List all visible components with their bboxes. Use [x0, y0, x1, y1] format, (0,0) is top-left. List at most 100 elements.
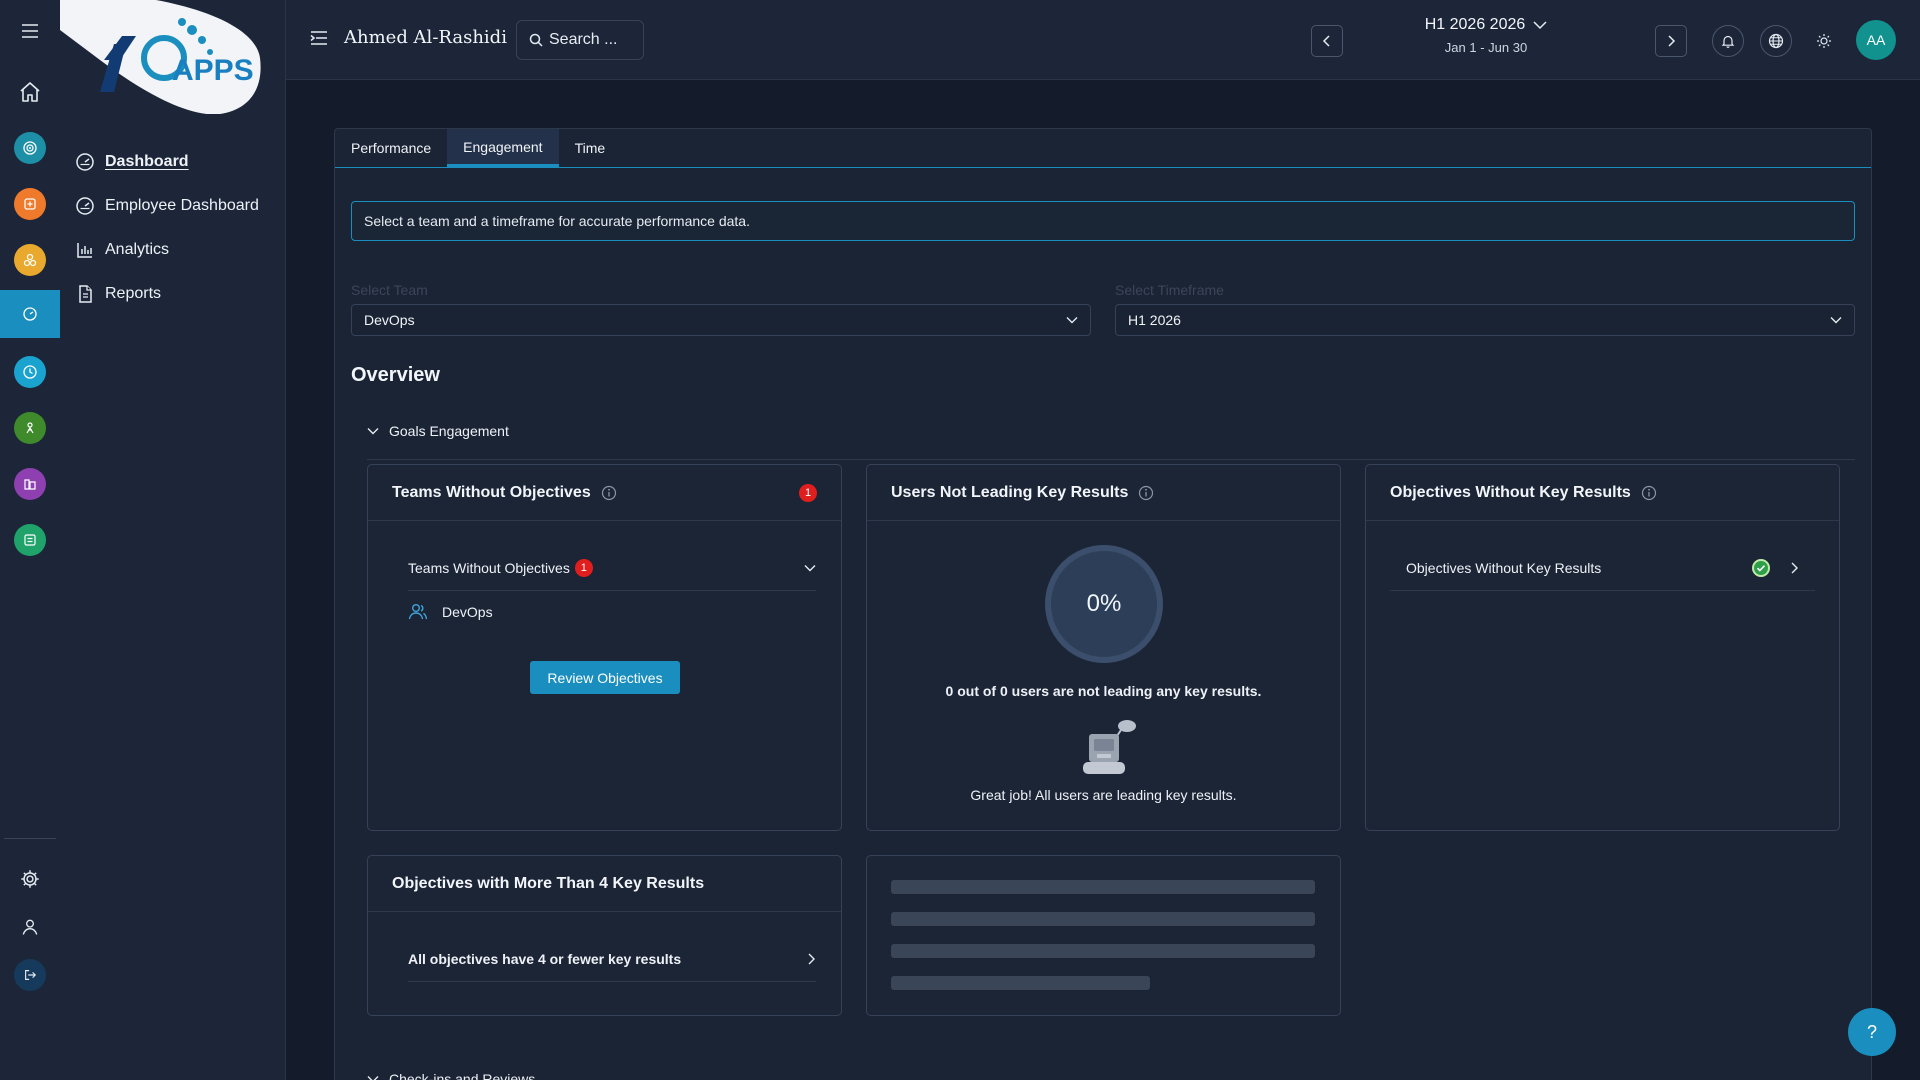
help-button[interactable]: ?	[1848, 1008, 1896, 1056]
section-title: Check-ins and Reviews	[389, 1071, 536, 1080]
team-select-value: DevOps	[364, 312, 415, 328]
tab-time[interactable]: Time	[559, 129, 622, 167]
team-list-item: DevOps	[408, 603, 493, 621]
home-icon[interactable]	[0, 69, 60, 115]
objectives-more-than-4-kr-card: Objectives with More Than 4 Key Results …	[367, 855, 842, 1016]
objectives-app-icon[interactable]	[0, 125, 60, 171]
sidebar-item-label: Dashboard	[105, 153, 189, 170]
chevron-right-icon	[808, 953, 815, 964]
wellbeing-app-icon[interactable]	[0, 405, 60, 451]
gauge-icon	[76, 153, 94, 171]
overview-heading: Overview	[351, 364, 440, 386]
row-label: Teams Without Objectives	[408, 559, 570, 576]
team-select-label: Select Team	[351, 282, 428, 298]
teams-without-objectives-card: Teams Without Objectives 1 Teams Without…	[367, 464, 842, 831]
chevron-down-icon	[804, 564, 816, 571]
rail-divider	[4, 838, 56, 839]
language-button[interactable]	[1760, 25, 1792, 57]
bell-icon	[1721, 35, 1735, 48]
skeleton-line	[891, 944, 1315, 958]
section-title: Goals Engagement	[389, 423, 509, 439]
robot-illustration-icon	[1083, 720, 1136, 774]
previous-period-button[interactable]	[1311, 25, 1343, 57]
bar-chart-icon	[77, 243, 92, 258]
dashboard-panel: Performance Engagement Time Select a tea…	[334, 128, 1872, 1080]
collapse-sidebar-icon[interactable]	[310, 29, 328, 47]
current-user-name: Ahmed Al-Rashidi	[344, 27, 507, 48]
period-range: Jan 1 - Jun 30	[1444, 40, 1528, 55]
dashboard-app-icon[interactable]	[0, 290, 60, 338]
sidebar-item-dashboard[interactable]: Dashboard	[75, 140, 259, 184]
users-message: Great job! All users are leading key res…	[970, 787, 1237, 803]
timeframe-select-value: H1 2026	[1128, 312, 1181, 328]
period-title: H1 2026 2026	[1424, 16, 1526, 33]
review-objectives-button[interactable]: Review Objectives	[530, 661, 680, 694]
tab-engagement[interactable]: Engagement	[447, 129, 559, 167]
chevron-right-icon	[1668, 35, 1676, 47]
info-icon[interactable]	[601, 485, 617, 501]
info-icon[interactable]	[1641, 485, 1657, 501]
gauge-icon	[76, 197, 94, 215]
percent-gauge: 0%	[1043, 543, 1165, 665]
section-divider	[367, 459, 1855, 460]
info-icon[interactable]	[1138, 485, 1154, 501]
goals-engagement-toggle[interactable]: Goals Engagement	[367, 423, 509, 439]
tasks-app-icon[interactable]	[0, 181, 60, 227]
timeframe-select[interactable]: H1 2026	[1115, 304, 1855, 336]
surveys-app-icon[interactable]	[0, 517, 60, 563]
chevron-down-icon	[367, 1076, 379, 1080]
objectives-without-kr-row[interactable]: Objectives Without Key Results	[1390, 545, 1815, 591]
top-header: Ahmed Al-Rashidi Search ... H1 2026 2026…	[286, 0, 1920, 80]
logout-icon[interactable]	[0, 952, 60, 998]
svg-text:APPS: APPS	[172, 54, 254, 87]
users-not-leading-kr-card: Users Not Leading Key Results 0% 0 out o…	[866, 464, 1341, 831]
skeleton-line	[891, 912, 1315, 926]
side-navigation: APPS Dashboard Employee Dashboard Analyt…	[60, 0, 286, 1080]
settings-icon[interactable]	[0, 856, 60, 902]
checkins-reviews-toggle[interactable]: Check-ins and Reviews	[367, 1071, 535, 1080]
app-rail	[0, 0, 60, 1080]
row-label: Objectives Without Key Results	[1406, 559, 1602, 576]
tab-performance[interactable]: Performance	[335, 129, 447, 167]
document-icon	[79, 285, 92, 303]
timeframe-select-label: Select Timeframe	[1115, 282, 1224, 298]
sidebar-item-analytics[interactable]: Analytics	[75, 228, 259, 272]
team-name: DevOps	[442, 604, 493, 620]
sun-icon	[1817, 34, 1831, 48]
percent-value: 0%	[1086, 590, 1122, 617]
row-label: All objectives have 4 or fewer key resul…	[408, 950, 682, 967]
chevron-down-icon	[367, 428, 379, 435]
chevron-down-icon	[1830, 317, 1842, 324]
theme-toggle-button[interactable]	[1808, 25, 1840, 57]
sidebar-item-employee-dashboard[interactable]: Employee Dashboard	[75, 184, 259, 228]
team-select[interactable]: DevOps	[351, 304, 1091, 336]
chevron-down-icon	[1066, 317, 1078, 324]
objectives-more-than-4-row[interactable]: All objectives have 4 or fewer key resul…	[408, 936, 816, 982]
loading-skeleton-card	[866, 855, 1341, 1016]
skeleton-line	[891, 880, 1315, 894]
sidebar-item-reports[interactable]: Reports	[75, 272, 259, 316]
time-app-icon[interactable]	[0, 349, 60, 395]
period-selector[interactable]: H1 2026 2026 Jan 1 - Jun 30	[1386, 16, 1586, 55]
users-summary: 0 out of 0 users are not leading any key…	[945, 683, 1262, 699]
search-icon	[529, 33, 543, 47]
card-title: Teams Without Objectives	[392, 483, 591, 501]
sidebar-item-label: Reports	[105, 285, 162, 302]
menu-icon[interactable]	[0, 8, 60, 54]
sidebar-item-label: Employee Dashboard	[105, 197, 259, 214]
search-input[interactable]: Search ...	[516, 20, 644, 60]
next-period-button[interactable]	[1655, 25, 1687, 57]
check-icon	[1752, 558, 1770, 577]
card-title: Objectives with More Than 4 Key Results	[392, 874, 705, 892]
count-badge: 1	[574, 558, 593, 577]
teams-without-objectives-row[interactable]: Teams Without Objectives 1	[408, 545, 816, 591]
brand-logo[interactable]: APPS	[60, 0, 262, 114]
card-title: Users Not Leading Key Results	[891, 483, 1129, 501]
recognition-app-icon[interactable]	[0, 237, 60, 283]
objectives-without-kr-card: Objectives Without Key Results Objective…	[1365, 464, 1840, 831]
user-icon[interactable]	[0, 904, 60, 950]
chevron-down-icon	[1533, 21, 1547, 30]
notifications-button[interactable]	[1712, 25, 1744, 57]
learning-app-icon[interactable]	[0, 461, 60, 507]
avatar[interactable]: AA	[1856, 20, 1896, 60]
